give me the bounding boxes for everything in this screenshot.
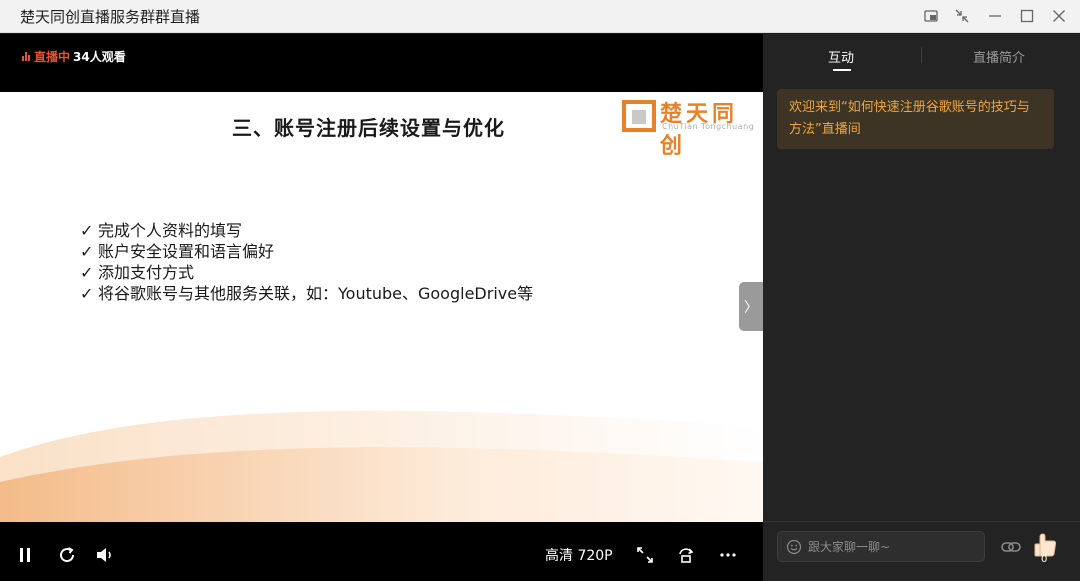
slide-bullet: ✓ 完成个人资料的填写 [80,221,243,240]
chat-placeholder: 跟大家聊一聊~ [808,540,891,554]
more-icon[interactable] [717,542,739,568]
panel-tabs: 互动 直播简介 [763,34,1080,78]
slide-title: 三、账号注册后续设置与优化 [232,116,505,140]
slide-bullet: ✓ 添加支付方式 [80,263,195,282]
title-bar: 楚天同创直播服务群群直播 [0,0,1080,33]
check-icon: ✓ [80,284,94,303]
like-count: 0 [1041,554,1048,565]
volume-icon[interactable] [94,542,116,568]
live-label: 直播中 [34,50,71,64]
rotate-icon[interactable] [675,542,697,568]
slide-decoration-wave [0,410,763,522]
close-icon[interactable] [1048,5,1070,27]
slide-bullet: ✓ 将谷歌账号与其他服务关联，如：Youtube、GoogleDrive等 [80,284,534,303]
logo-mark-icon [622,100,656,132]
link-icon[interactable] [1000,537,1022,557]
window-title: 楚天同创直播服务群群直播 [20,8,201,26]
chat-input[interactable]: 跟大家聊一聊~ [777,531,985,562]
maximize-icon[interactable] [1016,5,1038,27]
check-icon: ✓ [80,221,94,240]
welcome-message: 欢迎来到“如何快速注册谷歌账号的技巧与方法”直播间 [777,89,1054,149]
tab-interaction[interactable]: 互动 [828,47,854,66]
pause-icon[interactable] [14,542,36,568]
tab-intro[interactable]: 直播简介 [973,47,1025,66]
presentation-slide: 三、账号注册后续设置与优化 楚天同创 ChuTian Tongchuang ✓ 完… [0,92,763,522]
check-icon: ✓ [80,263,94,282]
live-bars-icon [22,52,31,61]
check-icon: ✓ [80,242,94,261]
refresh-icon[interactable] [56,542,78,568]
slide-bullet: ✓ 账户安全设置和语言偏好 [80,242,275,261]
minimize-icon[interactable] [984,5,1006,27]
tab-divider [921,47,922,63]
chevron-right-icon: 〉 [744,299,758,316]
viewer-count: 34人观看 [73,50,126,64]
pip-icon[interactable] [920,5,942,27]
slide-bullet-list: ✓ 完成个人资料的填写 ✓ 账户安全设置和语言偏好 ✓ 添加支付方式 ✓ 将谷歌账号与其… [80,220,533,304]
player-controls: 高清 720P [0,532,763,581]
live-badge: 直播中 34人观看 [22,48,126,65]
side-panel: 互动 直播简介 欢迎来到“如何快速注册谷歌账号的技巧与方法”直播间 跟大家聊一聊… [763,34,1080,581]
chat-bar: 跟大家聊一聊~ 0 [763,521,1080,581]
collapse-icon[interactable] [951,5,973,27]
brand-logo: 楚天同创 ChuTian Tongchuang [622,98,760,159]
video-player[interactable]: 直播中 34人观看 三、账号注册后续设置与优化 楚天同创 ChuTian Ton… [0,34,763,581]
fullscreen-icon[interactable] [634,542,656,568]
quality-selector[interactable]: 高清 720P [545,545,613,565]
panel-toggle-handle[interactable]: 〉 [739,282,763,331]
active-tab-indicator [833,69,851,71]
emoji-icon[interactable] [786,539,802,555]
